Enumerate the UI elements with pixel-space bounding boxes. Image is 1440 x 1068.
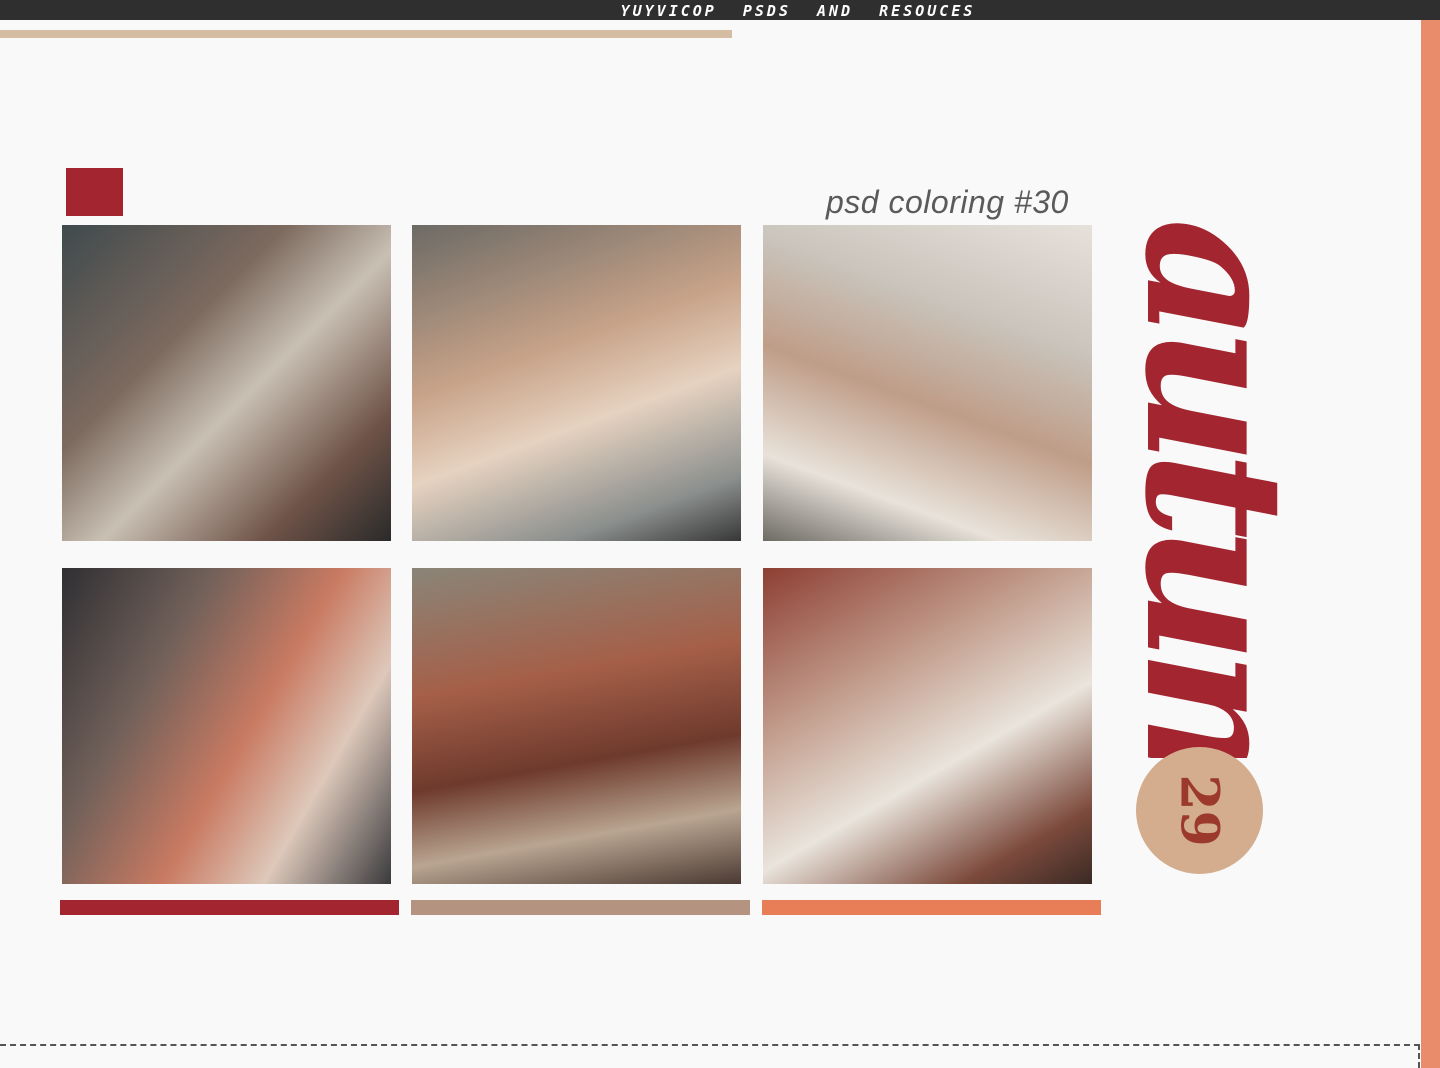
- photo-4: [62, 568, 391, 884]
- photo-5: [412, 568, 741, 884]
- header-bar: YUYVICOP PSDS AND RESOUCES: [0, 0, 1440, 20]
- title-text: autumn: [1104, 218, 1314, 758]
- dashed-border-bottom: [0, 1044, 1420, 1046]
- photo-1: [62, 225, 391, 541]
- badge-number: 29: [1169, 774, 1230, 847]
- right-accent-bar: [1421, 20, 1440, 1068]
- subtitle: psd coloring #30: [826, 184, 1069, 220]
- swatch-red: [60, 900, 399, 915]
- red-accent-square: [66, 168, 123, 216]
- swatch-orange: [762, 900, 1101, 915]
- dashed-border-right: [1418, 1044, 1420, 1068]
- title-container: autumn: [1104, 218, 1314, 758]
- number-badge: 29: [1136, 747, 1263, 874]
- header-text: YUYVICOP PSDS AND RESOUCES: [620, 2, 976, 20]
- photo-6: [763, 568, 1092, 884]
- photo-2: [412, 225, 741, 541]
- tan-divider: [0, 30, 732, 38]
- swatch-tan: [411, 900, 750, 915]
- photo-3: [763, 225, 1092, 541]
